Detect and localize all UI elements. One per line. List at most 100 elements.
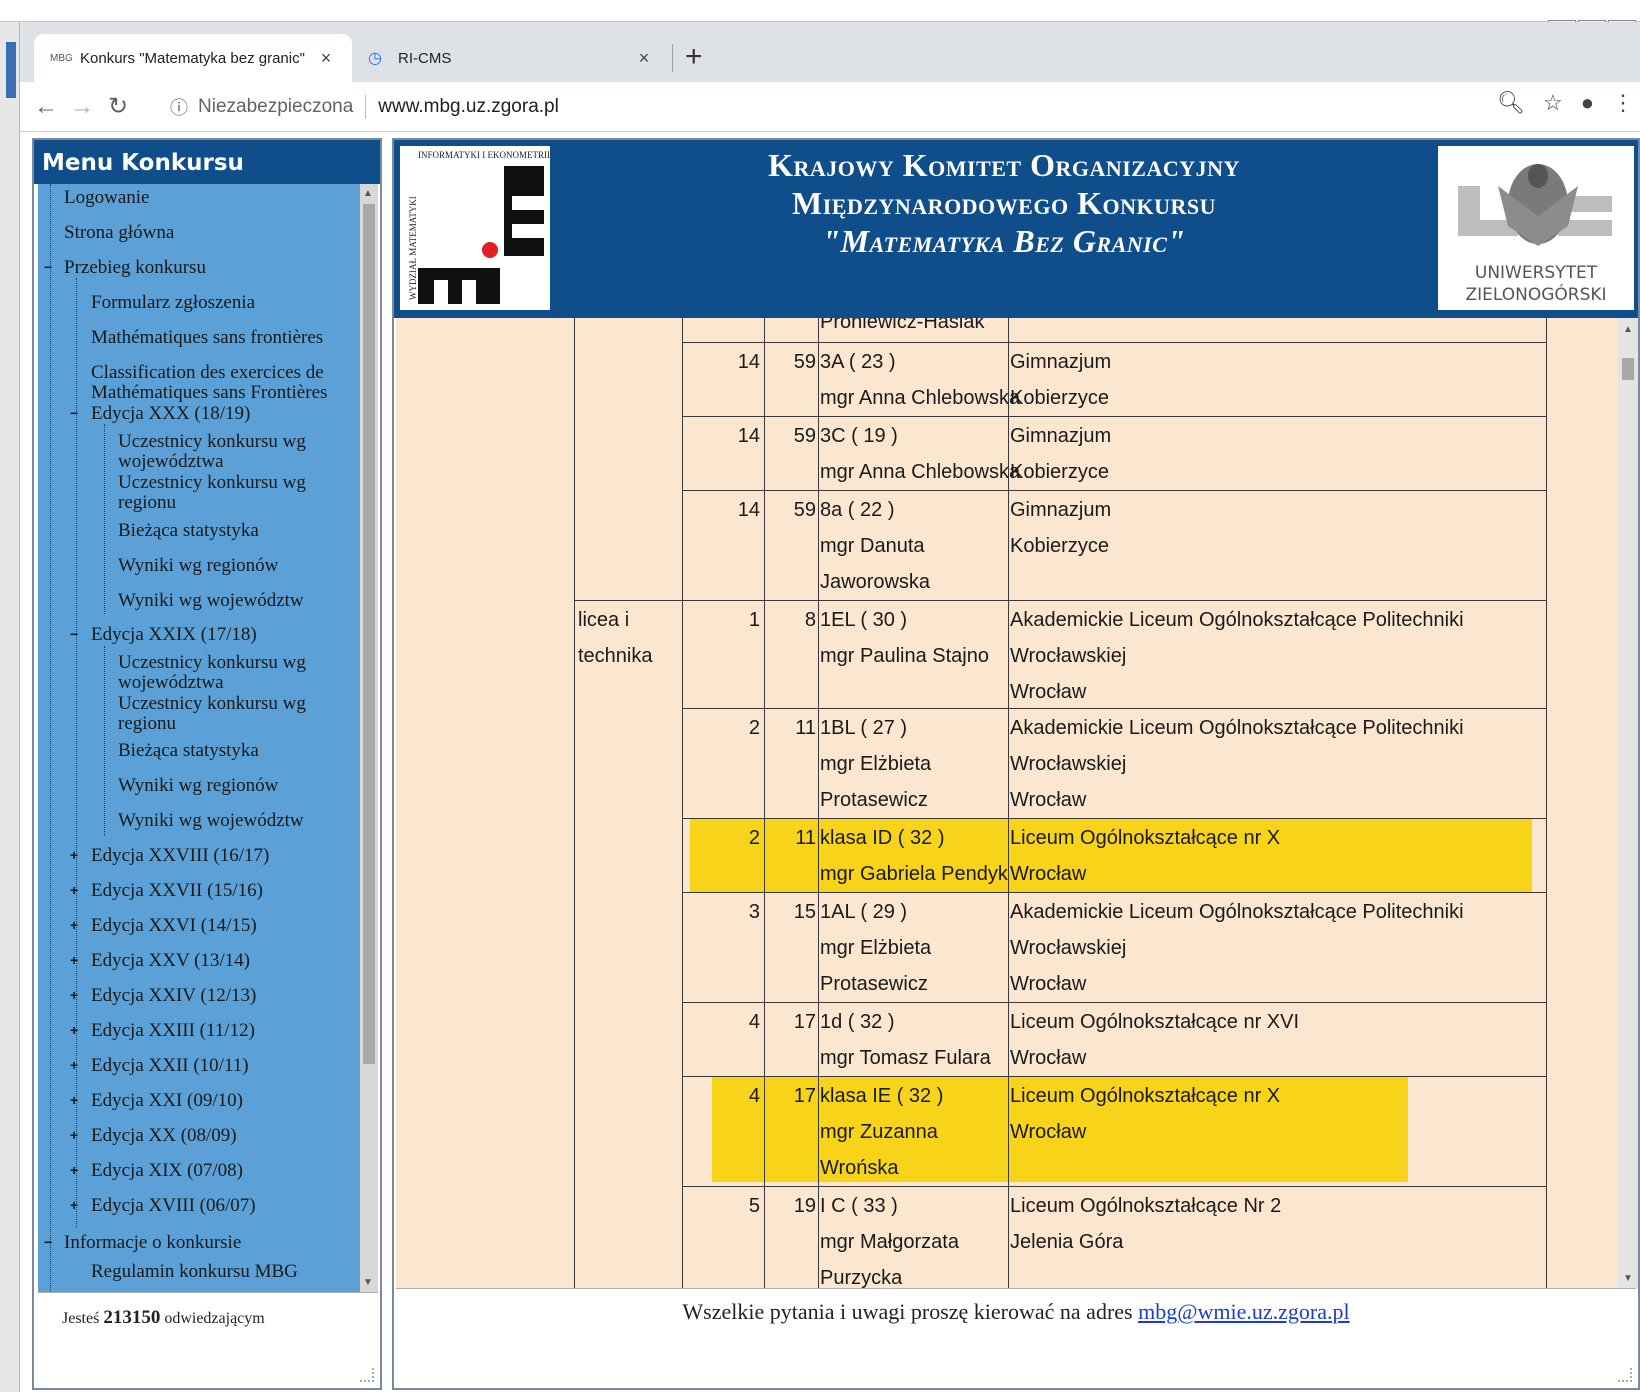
expand-icon[interactable]: + — [70, 917, 78, 933]
class-teacher-cell: 1BL ( 27 ) — [820, 717, 908, 739]
collapse-icon[interactable]: − — [70, 626, 78, 642]
place-cell: 3 — [748, 901, 760, 923]
class-teacher-cell: mgr Zuzanna — [820, 1121, 938, 1143]
collapse-icon[interactable]: − — [44, 259, 52, 275]
sidebar-title: Menu Konkursu — [34, 140, 380, 184]
expand-icon[interactable]: + — [70, 1127, 78, 1143]
address-bar[interactable]: ⓘ Niezabezpieczona www.mbg.uz.zgora.pl — [170, 88, 1530, 126]
column-line — [1546, 318, 1547, 1288]
expand-icon[interactable]: + — [70, 1022, 78, 1038]
sidebar-menu-item[interactable]: Formularz zgłoszenia — [91, 293, 338, 313]
sidebar-scrollbar[interactable]: ▲ ▼ — [360, 184, 378, 1292]
sidebar-menu-item[interactable]: Edycja XXIX (17/18) — [91, 625, 338, 645]
sidebar-menu-item[interactable]: Strona główna — [64, 223, 338, 243]
scroll-up-icon[interactable]: ▲ — [1623, 324, 1633, 335]
tab-close-icon[interactable]: × — [316, 48, 336, 69]
tab-title: RI-CMS — [398, 49, 452, 67]
sidebar-menu-item[interactable]: Bieżąca statystyka — [118, 741, 338, 761]
visits-suffix: odwiedzającym — [164, 1310, 265, 1327]
scroll-down-icon[interactable]: ▼ — [363, 1277, 373, 1288]
points-cell: 59 — [793, 351, 816, 373]
scroll-up-icon[interactable]: ▲ — [363, 188, 373, 199]
row-line — [682, 490, 1546, 491]
content-scrollbar[interactable]: ▲ ▼ — [1618, 318, 1638, 1288]
school-cell: Liceum Ogólnokształcące nr X — [1010, 827, 1281, 849]
back-icon[interactable]: ← — [28, 93, 64, 121]
info-icon[interactable]: ⓘ — [170, 94, 188, 120]
expand-icon[interactable]: + — [70, 1092, 78, 1108]
sidebar-menu-item[interactable]: Uczestnicy konkursu wg województwa — [118, 432, 338, 472]
class-teacher-cell: Purzycka — [820, 1267, 903, 1288]
sidebar-menu-item[interactable]: Edycja XXIII (11/12) — [91, 1021, 338, 1041]
class-teacher-cell: mgr Tomasz Fulara — [820, 1047, 991, 1069]
sidebar-menu-item[interactable]: Edycja XXI (09/10) — [91, 1091, 338, 1111]
sidebar-menu-item[interactable]: Przebieg konkursu — [64, 258, 338, 278]
resize-grip-icon[interactable] — [1618, 1368, 1632, 1382]
class-teacher-cell: 1EL ( 30 ) — [820, 609, 908, 631]
new-tab-icon[interactable]: + — [685, 40, 703, 74]
sidebar-menu-item[interactable]: Edycja XXIV (12/13) — [91, 986, 338, 1006]
collapse-icon[interactable]: − — [44, 1234, 52, 1250]
scroll-thumb[interactable] — [1622, 358, 1634, 380]
tab-close-icon[interactable]: × — [634, 48, 654, 69]
sidebar-footer: Jesteś 213150 odwiedzającym — [38, 1292, 378, 1388]
school-cell: Liceum Ogólnokształcące Nr 2 — [1010, 1195, 1282, 1217]
expand-icon[interactable]: + — [70, 882, 78, 898]
sidebar-menu-item[interactable]: Uczestnicy konkursu wg regionu — [118, 473, 338, 513]
class-teacher-cell: mgr Gabriela Pendyk — [820, 863, 1008, 885]
zoom-icon[interactable]: 🔍︎ — [1497, 90, 1525, 116]
expand-icon[interactable]: + — [70, 952, 78, 968]
expand-icon[interactable]: + — [70, 987, 78, 1003]
forward-icon[interactable]: → — [64, 93, 100, 121]
banner-line-1: Krajowy Komitet Organizacyjny — [768, 147, 1240, 183]
place-cell: 2 — [748, 827, 760, 849]
expand-icon[interactable]: + — [70, 847, 78, 863]
account-icon[interactable]: ● — [1581, 90, 1594, 116]
scroll-thumb[interactable] — [363, 204, 375, 1064]
sidebar-menu-item[interactable]: Edycja XVIII (06/07) — [91, 1196, 338, 1216]
sidebar-menu-item[interactable]: Edycja XXX (18/19) — [91, 404, 338, 424]
sidebar-menu-item[interactable]: Wyniki wg regionów — [118, 776, 338, 796]
sidebar-frame: Menu Konkursu ▲ ▼ Logowanie Strona główna… — [32, 138, 382, 1390]
school-cell: Wrocław — [1010, 789, 1087, 811]
sidebar-menu-item[interactable]: Wyniki wg regionów — [118, 556, 338, 576]
collapse-icon[interactable]: − — [70, 405, 78, 421]
reload-icon[interactable]: ↻ — [100, 92, 136, 121]
tab-ri-cms[interactable]: ◷ RI-CMS × — [352, 34, 670, 82]
class-teacher-cell: mgr Anna Chlebowska — [820, 387, 1021, 409]
sidebar-menu-item[interactable]: Informacje o konkursie — [64, 1233, 338, 1253]
scroll-down-icon[interactable]: ▼ — [1623, 1273, 1633, 1284]
sidebar-menu-item[interactable]: Edycja XIX (07/08) — [91, 1161, 338, 1181]
sidebar-menu-item[interactable]: Edycja XXVIII (16/17) — [91, 846, 338, 866]
sidebar-menu-item[interactable]: Edycja XXV (13/14) — [91, 951, 338, 971]
sidebar-menu-item[interactable]: Edycja XX (08/09) — [91, 1126, 338, 1146]
faculty-logo: INFORMATYKI I EKONOMETRII WYDZIAŁ MATEMA… — [400, 146, 550, 310]
sidebar-menu-item[interactable]: Logowanie — [64, 188, 338, 208]
school-cell: Gimnazjum — [1010, 351, 1112, 373]
expand-icon[interactable]: + — [70, 1162, 78, 1178]
sidebar-menu-item[interactable]: Uczestnicy konkursu wg regionu — [118, 694, 338, 734]
column-line — [574, 318, 575, 1288]
sidebar-menu-item[interactable]: Classification des exercices de Mathémat… — [91, 363, 338, 403]
tab-mbg[interactable]: MBG Konkurs "Matematyka bez granic" × — [34, 34, 352, 82]
university-name: UNIWERSYTET ZIELONOGÓRSKI — [1438, 262, 1634, 306]
sidebar-menu-item[interactable]: Uczestnicy konkursu wg województwa — [118, 653, 338, 693]
place-cell: 14 — [737, 351, 760, 373]
star-icon[interactable]: ☆ — [1543, 90, 1563, 116]
school-cell: Gimnazjum — [1010, 499, 1112, 521]
email-link[interactable]: mbg@wmie.uz.zgora.pl — [1138, 1299, 1349, 1324]
mie-logo-icon — [418, 166, 544, 304]
resize-grip-icon[interactable] — [360, 1368, 374, 1382]
expand-icon[interactable]: + — [70, 1057, 78, 1073]
sidebar-menu-item[interactable]: Edycja XXVII (15/16) — [91, 881, 338, 901]
word-title-bar — [0, 0, 1640, 22]
sidebar-menu-item[interactable]: Wyniki wg województw — [118, 591, 338, 611]
expand-icon[interactable]: + — [70, 1197, 78, 1213]
sidebar-menu-item[interactable]: Wyniki wg województw — [118, 811, 338, 831]
sidebar-menu-item[interactable]: Mathématiques sans frontières — [91, 328, 338, 348]
sidebar-menu-item[interactable]: Edycja XXVI (14/15) — [91, 916, 338, 936]
menu-icon[interactable]: ⋮ — [1612, 90, 1634, 116]
sidebar-menu-item[interactable]: Regulamin konkursu MBG — [91, 1262, 338, 1282]
sidebar-menu-item[interactable]: Edycja XXII (10/11) — [91, 1056, 338, 1076]
sidebar-menu-item[interactable]: Bieżąca statystyka — [118, 521, 338, 541]
